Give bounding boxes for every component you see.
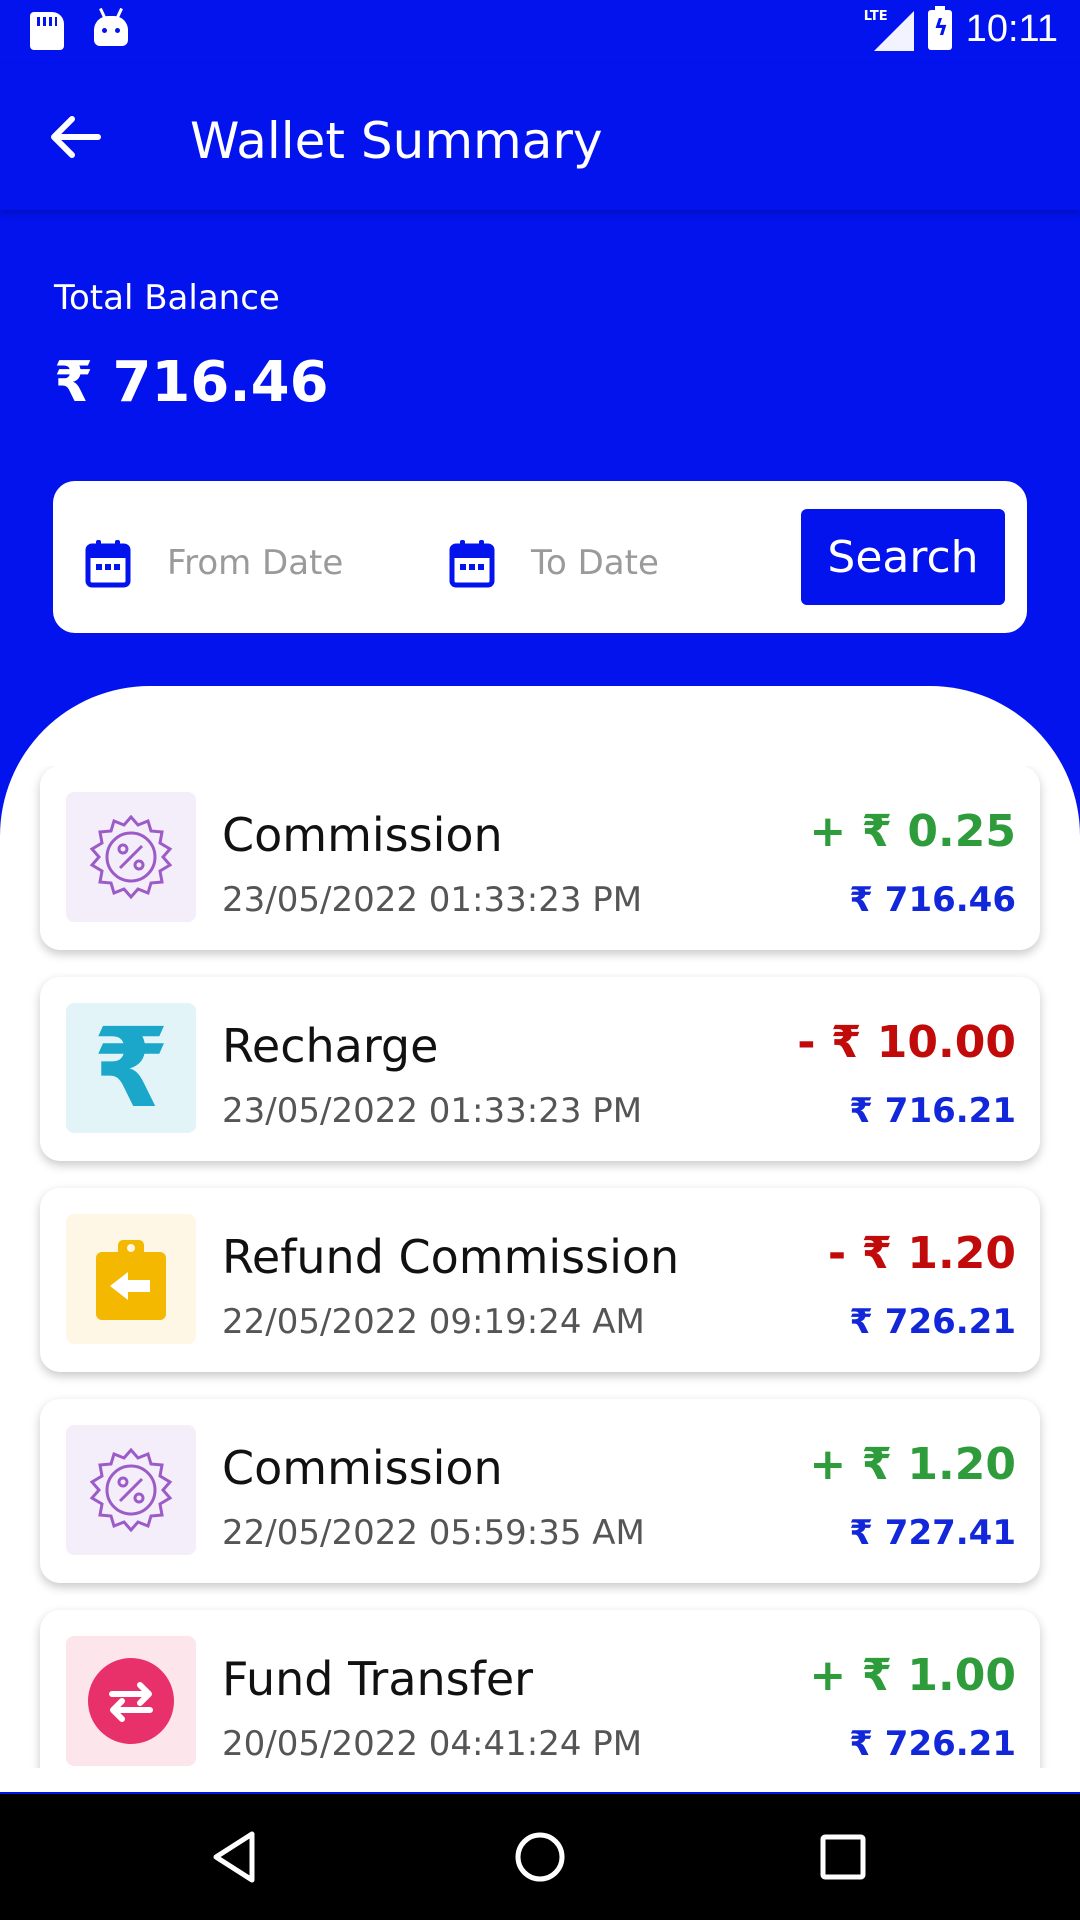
transaction-title: Fund Transfer <box>222 1652 534 1706</box>
transaction-title: Refund Commission <box>222 1230 680 1284</box>
page-title: Wallet Summary <box>190 112 603 170</box>
transaction-datetime: 22/05/2022 09:19:24 AM <box>222 1302 645 1342</box>
transaction-datetime: 22/05/2022 05:59:35 AM <box>222 1513 645 1553</box>
from-date-placeholder: From Date <box>167 543 344 583</box>
commission-percent-icon <box>66 792 196 922</box>
transaction-balance: ₹ 716.21 <box>849 1091 1016 1131</box>
back-triangle-icon <box>213 1831 255 1883</box>
date-filter-card: From Date To Date Search <box>53 481 1027 633</box>
lte-signal-icon: LTE <box>864 9 914 51</box>
transaction-card[interactable]: Fund Transfer 20/05/2022 04:41:24 PM + ₹… <box>40 1610 1040 1768</box>
status-clock: 10:11 <box>965 8 1058 50</box>
transaction-title: Recharge <box>222 1019 439 1073</box>
from-date-field[interactable]: From Date <box>85 535 343 591</box>
transaction-card[interactable]: Commission 23/05/2022 01:33:23 PM + ₹ 0.… <box>40 766 1040 950</box>
transaction-title: Commission <box>222 1441 503 1495</box>
home-circle-icon <box>515 1832 565 1882</box>
recents-square-icon <box>820 1834 866 1880</box>
status-bar: LTE ϟ 10:11 <box>0 0 1080 64</box>
calendar-icon <box>85 540 131 588</box>
battery-charging-icon: ϟ <box>927 5 952 50</box>
to-date-field[interactable]: To Date <box>449 535 659 591</box>
android-icon <box>94 16 128 46</box>
nav-home-button[interactable] <box>505 1822 575 1892</box>
transaction-amount: + ₹ 1.20 <box>809 1439 1016 1490</box>
transaction-datetime: 23/05/2022 01:33:23 PM <box>222 880 643 920</box>
total-balance-value: ₹ 716.46 <box>54 350 329 415</box>
back-button[interactable] <box>40 102 110 172</box>
transfer-arrows-icon <box>66 1636 196 1766</box>
to-date-placeholder: To Date <box>531 543 659 583</box>
arrow-left-icon <box>51 116 101 158</box>
nav-back-button[interactable] <box>200 1822 270 1892</box>
transaction-card[interactable]: ₹ Recharge 23/05/2022 01:33:23 PM - ₹ 10… <box>40 977 1040 1161</box>
transaction-title: Commission <box>222 808 503 862</box>
transaction-card[interactable]: Refund Commission 22/05/2022 09:19:24 AM… <box>40 1188 1040 1372</box>
transaction-balance: ₹ 727.41 <box>849 1513 1016 1553</box>
sd-card-icon <box>30 12 64 50</box>
transaction-list[interactable]: Commission 23/05/2022 01:33:23 PM + ₹ 0.… <box>0 766 1080 1768</box>
refund-clipboard-icon <box>66 1214 196 1344</box>
transaction-card[interactable]: Commission 22/05/2022 05:59:35 AM + ₹ 1.… <box>40 1399 1040 1583</box>
transaction-balance: ₹ 726.21 <box>849 1302 1016 1342</box>
transaction-amount: - ₹ 1.20 <box>827 1228 1016 1279</box>
nav-recents-button[interactable] <box>808 1822 878 1892</box>
system-nav-bar <box>0 1794 1080 1920</box>
transaction-amount: + ₹ 1.00 <box>809 1650 1016 1701</box>
rupee-icon: ₹ <box>66 1003 196 1133</box>
search-button[interactable]: Search <box>801 509 1005 605</box>
app-bar: Wallet Summary <box>0 64 1080 210</box>
transaction-balance: ₹ 726.21 <box>849 1724 1016 1764</box>
transaction-amount: + ₹ 0.25 <box>809 806 1016 857</box>
total-balance-label: Total Balance <box>54 278 280 318</box>
calendar-icon <box>449 540 495 588</box>
transaction-balance: ₹ 716.46 <box>849 880 1016 920</box>
commission-percent-icon <box>66 1425 196 1555</box>
transaction-amount: - ₹ 10.00 <box>797 1017 1016 1068</box>
transaction-datetime: 20/05/2022 04:41:24 PM <box>222 1724 643 1764</box>
transaction-datetime: 23/05/2022 01:33:23 PM <box>222 1091 643 1131</box>
